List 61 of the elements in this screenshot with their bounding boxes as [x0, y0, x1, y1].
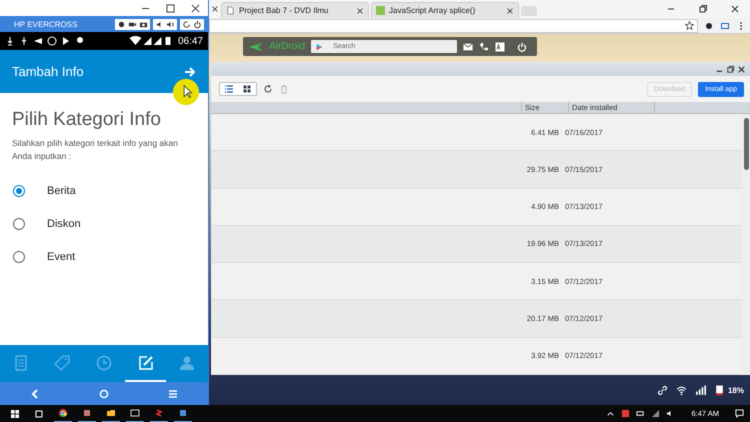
clock-icon	[96, 354, 112, 370]
airdroid-logo: AirDroid	[269, 41, 306, 52]
send-icon	[33, 36, 43, 46]
person-icon	[179, 354, 196, 370]
maximize-icon[interactable]	[166, 4, 175, 12]
usb-icon	[19, 36, 29, 46]
scrollbar-thumb[interactable]	[744, 118, 748, 170]
flag-icon	[61, 36, 71, 46]
page-description: Silahkan pilih kategori terkait info yang akan Anda inputkan :	[12, 137, 179, 162]
arrow-right-icon[interactable]	[184, 66, 196, 78]
browser-tab[interactable]: Project Bab 7 - DVD Ilmu	[221, 2, 369, 18]
battery-level: 18%	[728, 386, 744, 394]
status-time: 06:47	[178, 36, 203, 46]
close-icon[interactable]	[737, 64, 746, 74]
chevron-up-icon[interactable]	[606, 409, 616, 418]
close-icon[interactable]	[191, 4, 200, 12]
option-label[interactable]: Berita	[47, 185, 76, 197]
play-store-icon	[315, 42, 324, 50]
app-bar-title: Tambah Info	[12, 64, 85, 79]
restore-icon[interactable]	[698, 4, 708, 14]
close-icon[interactable]	[506, 6, 514, 14]
option-label[interactable]: Event	[47, 251, 76, 263]
volume-up-icon[interactable]	[166, 20, 175, 28]
restore-icon[interactable]	[726, 64, 735, 74]
page-heading: Pilih Kategori Info	[12, 109, 162, 131]
site-icon	[376, 6, 385, 15]
network-icon[interactable]	[651, 409, 660, 418]
refresh-icon[interactable]	[263, 84, 273, 94]
close-icon[interactable]	[211, 5, 219, 13]
font-icon[interactable]	[495, 42, 506, 52]
notification-icon[interactable]	[735, 409, 744, 418]
menu-icon[interactable]	[168, 388, 178, 398]
message-icon[interactable]	[463, 42, 474, 52]
back-icon[interactable]	[30, 388, 40, 398]
refresh-icon[interactable]	[182, 20, 191, 28]
radio-button[interactable]	[13, 218, 25, 230]
edit-icon	[138, 354, 154, 370]
option-label[interactable]: Diskon	[47, 218, 81, 230]
camera-icon[interactable]	[139, 20, 148, 28]
wifi-icon	[676, 384, 687, 396]
paper-plane-icon	[249, 42, 263, 52]
star-icon[interactable]	[685, 21, 694, 30]
download-icon	[5, 36, 15, 46]
device-name: HP EVERCROSS	[14, 20, 78, 28]
document-icon	[12, 354, 29, 370]
close-icon[interactable]	[356, 6, 364, 14]
screen-capture-icon[interactable]	[720, 20, 730, 30]
phone-icon[interactable]	[479, 42, 490, 52]
video-camera-icon[interactable]	[128, 20, 137, 28]
home-icon[interactable]	[98, 388, 109, 398]
radio-button[interactable]	[13, 251, 25, 263]
link-icon[interactable]	[656, 384, 668, 396]
address-field[interactable]	[209, 18, 698, 32]
page-icon	[226, 6, 235, 15]
tag-icon	[54, 354, 70, 370]
power-icon[interactable]	[193, 20, 202, 28]
cursor-highlight-icon	[172, 78, 200, 106]
radio-button[interactable]	[13, 185, 25, 197]
browser-tab[interactable]: JavaScript Array splice()	[371, 2, 519, 18]
signal-icon	[694, 384, 706, 396]
close-icon[interactable]	[730, 4, 740, 14]
